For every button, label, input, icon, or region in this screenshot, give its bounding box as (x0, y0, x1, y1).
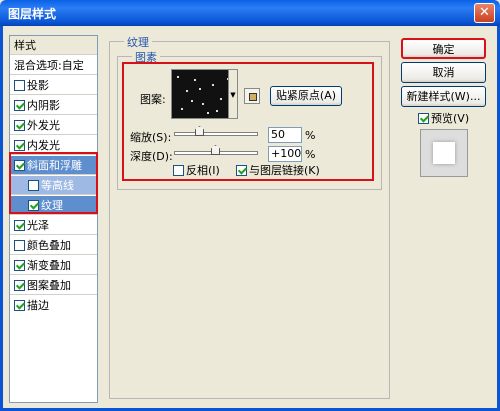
sidebar-item-label: 内阴影 (27, 99, 60, 112)
sidebar-item-label: 光泽 (27, 219, 49, 232)
sidebar-item-stroke[interactable]: 描边 (10, 296, 97, 315)
sidebar-item-label: 斜面和浮雕 (27, 159, 82, 172)
inner-shadow-checkbox[interactable] (14, 100, 25, 111)
invert-checkbox[interactable] (173, 165, 184, 176)
texture-checkbox[interactable] (28, 200, 39, 211)
sidebar-item-inner-shadow[interactable]: 内阴影 (10, 96, 97, 115)
sidebar-item-label: 外发光 (27, 119, 60, 132)
texture-section-title: 纹理 (124, 34, 152, 50)
scale-input[interactable]: 50 (268, 127, 302, 143)
preview-option[interactable]: 预览(V) (418, 110, 469, 126)
depth-unit: % (305, 148, 316, 161)
link-with-layer-label: 与图层链接(K) (249, 164, 320, 177)
depth-input[interactable]: +100 (268, 146, 302, 162)
close-icon[interactable]: ✕ (474, 3, 495, 23)
title-bar: 图层样式 ✕ (0, 0, 500, 26)
invert-label: 反相(I) (186, 164, 220, 177)
contour-checkbox[interactable] (28, 180, 39, 191)
color-overlay-checkbox[interactable] (14, 240, 25, 251)
preview-label: 预览(V) (431, 112, 470, 125)
elements-group-title: 图素 (132, 49, 160, 65)
inner-glow-checkbox[interactable] (14, 140, 25, 151)
link-with-layer-option[interactable]: 与图层链接(K) (236, 162, 320, 178)
sidebar-item-texture[interactable]: 纹理 (10, 196, 97, 215)
style-list-header: 样式 (10, 36, 97, 55)
scale-slider-track[interactable] (174, 132, 258, 136)
gradient-overlay-checkbox[interactable] (14, 260, 25, 271)
style-list: 样式 混合选项:自定 投影 内阴影 外发光 内发光 斜面和浮雕 等高线 纹理 光… (9, 35, 98, 403)
sidebar-item-label: 渐变叠加 (27, 259, 71, 272)
new-style-button[interactable]: 新建样式(W)... (401, 86, 486, 107)
sidebar-item-satin[interactable]: 光泽 (10, 216, 97, 235)
sidebar-item-label: 颜色叠加 (27, 239, 71, 252)
sidebar-item-inner-glow[interactable]: 内发光 (10, 136, 97, 155)
sidebar-item-label: 等高线 (41, 179, 74, 192)
sidebar-item-gradient-overlay[interactable]: 渐变叠加 (10, 256, 97, 275)
pattern-dropdown-icon[interactable]: ▼ (228, 69, 238, 119)
stroke-checkbox[interactable] (14, 300, 25, 311)
new-preset-icon[interactable] (244, 88, 260, 104)
window-title: 图层样式 (8, 7, 57, 21)
invert-option[interactable]: 反相(I) (173, 162, 220, 178)
sidebar-item-label: 投影 (27, 79, 49, 92)
sidebar-item-bevel-emboss[interactable]: 斜面和浮雕 (10, 156, 97, 175)
sidebar-item-color-overlay[interactable]: 颜色叠加 (10, 236, 97, 255)
bevel-emboss-checkbox[interactable] (14, 160, 25, 171)
sidebar-item-outer-glow[interactable]: 外发光 (10, 116, 97, 135)
sidebar-item-drop-shadow[interactable]: 投影 (10, 76, 97, 95)
ok-button[interactable]: 确定 (401, 38, 486, 59)
snap-origin-button[interactable]: 贴紧原点(A) (270, 86, 342, 106)
cancel-button[interactable]: 取消 (401, 62, 486, 83)
satin-checkbox[interactable] (14, 220, 25, 231)
scale-label: 缩放(S): (130, 131, 172, 144)
style-preview-swatch (433, 142, 455, 164)
sidebar-item-label: 纹理 (41, 199, 63, 212)
sidebar-item-contour[interactable]: 等高线 (10, 176, 97, 195)
sidebar-item-label: 图案叠加 (27, 279, 71, 292)
scale-unit: % (305, 129, 316, 142)
drop-shadow-checkbox[interactable] (14, 80, 25, 91)
sidebar-item-label: 描边 (27, 299, 49, 312)
pattern-swatch[interactable] (171, 69, 233, 119)
sidebar-item-label: 内发光 (27, 139, 60, 152)
outer-glow-checkbox[interactable] (14, 120, 25, 131)
pattern-overlay-checkbox[interactable] (14, 280, 25, 291)
depth-label: 深度(D): (130, 150, 173, 163)
pattern-label: 图案: (140, 93, 166, 106)
style-preview-thumbnail (420, 129, 468, 177)
sidebar-item-blend-options[interactable]: 混合选项:自定 (10, 56, 97, 75)
preview-checkbox[interactable] (418, 113, 429, 124)
link-with-layer-checkbox[interactable] (236, 165, 247, 176)
sidebar-item-pattern-overlay[interactable]: 图案叠加 (10, 276, 97, 295)
